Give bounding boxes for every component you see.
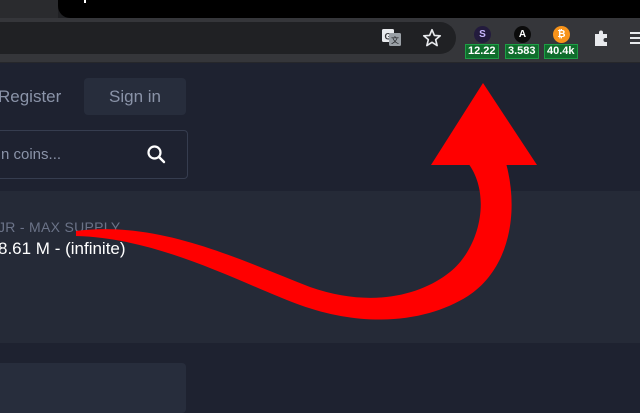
browser-tab-inactive[interactable] bbox=[0, 0, 58, 18]
extensions-puzzle-icon[interactable] bbox=[592, 28, 612, 48]
translate-icon[interactable]: G 文 bbox=[382, 29, 401, 46]
max-supply-value: 8.61 M - (infinite) bbox=[0, 239, 126, 258]
content-card bbox=[0, 363, 186, 413]
price-badge: 3.583 bbox=[505, 44, 539, 59]
crypto-extension-avalanche[interactable]: A 3.583 bbox=[505, 24, 541, 60]
browser-tab-active[interactable] bbox=[58, 0, 640, 18]
page-content: Register Sign in JR - MAX SUPPLY 8.61 M … bbox=[0, 63, 640, 413]
avalanche-coin-icon: A bbox=[514, 26, 531, 43]
browser-tabstrip bbox=[0, 0, 640, 18]
price-badge: 40.4k bbox=[544, 44, 578, 59]
crypto-extension-bitcoin[interactable]: ₿ 40.4k bbox=[544, 24, 580, 60]
coin-info-panel: JR - MAX SUPPLY 8.61 M - (infinite) bbox=[0, 191, 640, 343]
browser-menu-icon[interactable] bbox=[630, 30, 640, 46]
tab-cursor-mark bbox=[84, 0, 86, 3]
bookmark-star-icon[interactable] bbox=[421, 27, 443, 49]
crypto-extension-solana[interactable]: S 12.22 bbox=[465, 24, 501, 60]
price-badge: 12.22 bbox=[465, 44, 499, 59]
bitcoin-coin-icon: ₿ bbox=[553, 26, 570, 43]
browser-toolbar: G 文 S 12.22 A 3.583 ₿ 40.4k bbox=[0, 18, 640, 63]
max-supply-label: JR - MAX SUPPLY bbox=[0, 219, 121, 235]
search-box[interactable] bbox=[0, 130, 188, 179]
svg-text:文: 文 bbox=[391, 35, 399, 45]
register-link[interactable]: Register bbox=[0, 87, 61, 107]
search-input[interactable] bbox=[1, 143, 141, 165]
solana-coin-icon: S bbox=[474, 26, 491, 43]
signin-button[interactable]: Sign in bbox=[84, 78, 186, 115]
search-icon[interactable] bbox=[146, 144, 166, 164]
